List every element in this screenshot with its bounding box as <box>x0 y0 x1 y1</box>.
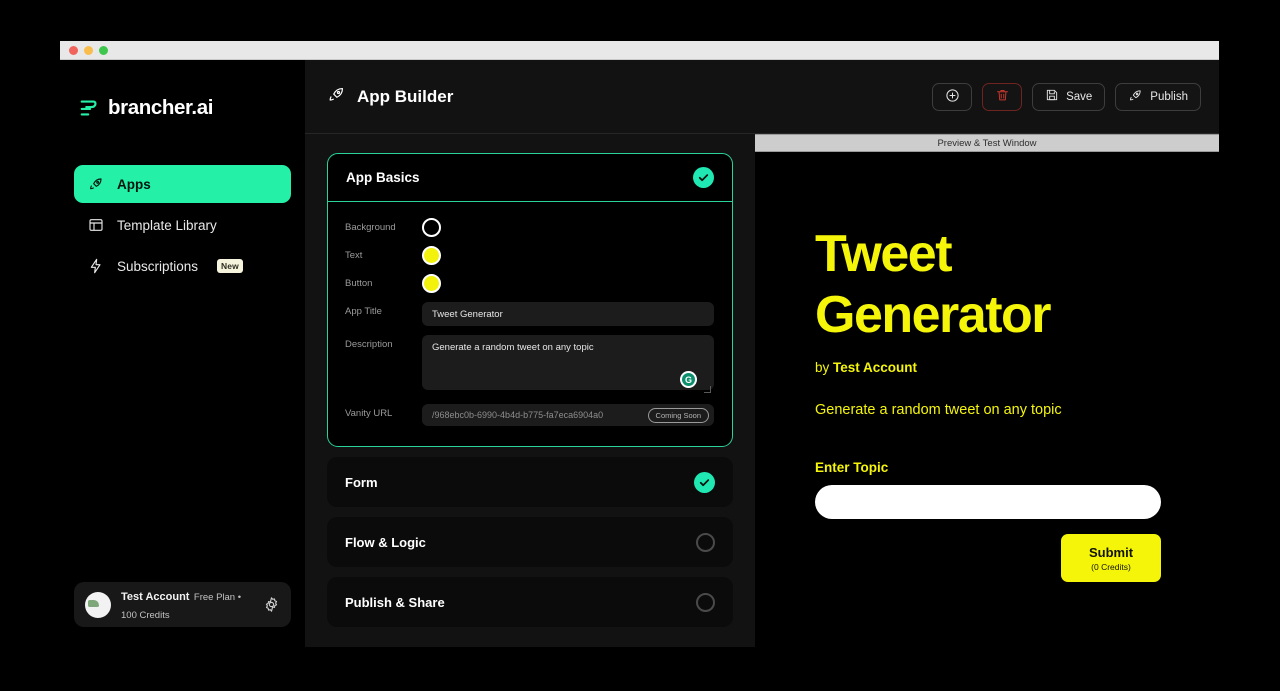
preview-app-title: Tweet Generator <box>815 224 1161 346</box>
avatar <box>85 591 111 618</box>
window-titlebar <box>60 41 1219 60</box>
preview-by-prefix: by <box>815 360 830 375</box>
publish-button[interactable]: Publish <box>1115 82 1201 111</box>
background-color-swatch[interactable] <box>422 218 441 237</box>
field-button-color: Button <box>336 274 714 293</box>
app-basics-header[interactable]: App Basics <box>328 154 732 202</box>
trash-icon <box>995 88 1010 106</box>
section-title: Publish & Share <box>345 594 445 610</box>
user-profile-card[interactable]: Test Account Free Plan • 100 Credits <box>74 582 291 627</box>
app-title-input[interactable] <box>422 302 714 326</box>
builder-content: App Basics Background Text Button App Ti… <box>305 134 755 647</box>
preview-description: Generate a random tweet on any topic <box>815 402 1062 418</box>
field-label: Vanity URL <box>345 408 393 419</box>
brand-name: brancher.ai <box>108 96 213 119</box>
layout-icon <box>88 217 104 233</box>
preview-input-label: Enter Topic <box>815 460 889 475</box>
field-label: Background <box>345 222 396 233</box>
description-textarea[interactable] <box>422 335 714 390</box>
new-badge: New <box>217 259 243 273</box>
sidebar-item-label: Apps <box>117 176 151 192</box>
preview-panel: Save Publish Preview & Test Window Tweet… <box>755 60 1219 647</box>
profile-name: Test Account <box>121 590 190 603</box>
plus-circle-icon <box>945 88 960 106</box>
field-label: Text <box>345 250 363 261</box>
field-background: Background <box>336 218 714 237</box>
field-label: Description <box>345 339 393 350</box>
sidebar-item-label: Subscriptions <box>117 258 199 274</box>
sidebar: brancher.ai Apps Template Library Subscr… <box>60 60 305 647</box>
coming-soon-badge: Coming Soon <box>647 407 709 423</box>
sidebar-item-template-library[interactable]: Template Library <box>74 206 291 244</box>
profile-text: Test Account Free Plan • 100 Credits <box>121 587 253 623</box>
button-color-swatch[interactable] <box>422 274 441 293</box>
sidebar-item-apps[interactable]: Apps <box>74 165 291 203</box>
grammarly-icon[interactable]: G <box>680 371 697 388</box>
field-label: Button <box>345 278 373 289</box>
section-flow-logic[interactable]: Flow & Logic <box>327 517 733 567</box>
publish-button-label: Publish <box>1150 90 1188 103</box>
section-title: Form <box>345 474 378 490</box>
rocket-icon <box>1128 88 1143 106</box>
rocket-icon <box>327 85 346 109</box>
field-description: Description G <box>336 335 714 395</box>
status-badge-incomplete <box>696 592 715 612</box>
app-basics-card: App Basics Background Text Button App Ti… <box>327 153 733 447</box>
field-label: App Title <box>345 306 382 317</box>
section-title: Flow & Logic <box>345 534 426 550</box>
textarea-resize-handle[interactable] <box>704 386 711 393</box>
description-wrapper: G <box>422 335 714 395</box>
sidebar-item-label: Template Library <box>117 217 217 233</box>
preview-toolbar: Save Publish <box>755 60 1219 134</box>
field-app-title: App Title <box>336 302 714 326</box>
app-basics-body: Background Text Button App Title Tweet G… <box>328 202 732 446</box>
gear-icon[interactable] <box>263 596 280 613</box>
floppy-disk-icon <box>1045 88 1059 105</box>
sidebar-nav: Apps Template Library Subscriptions New <box>60 165 305 285</box>
app-basics-title: App Basics <box>346 170 420 185</box>
app-window: brancher.ai Apps Template Library Subscr… <box>60 41 1219 647</box>
rocket-icon <box>88 176 104 192</box>
text-color-swatch[interactable] <box>422 246 441 265</box>
builder-panel: App Builder App Basics Background Text B… <box>305 60 755 647</box>
submit-credits: (0 Credits) <box>1091 561 1131 572</box>
section-form[interactable]: Form <box>327 457 733 507</box>
minimize-window-button[interactable] <box>84 45 93 55</box>
status-badge-complete <box>693 167 714 188</box>
vanity-url-value: /968ebc0b-6990-4b4d-b775-fa7eca6904a0 <box>432 410 604 420</box>
page-title-text: App Builder <box>357 86 454 106</box>
preview-by-author: Test Account <box>833 360 918 375</box>
section-publish-share[interactable]: Publish & Share <box>327 577 733 627</box>
builder-topbar: App Builder <box>305 60 755 134</box>
save-button[interactable]: Save <box>1032 82 1106 111</box>
preview-content: Tweet Generator by Test Account Generate… <box>755 152 1219 647</box>
preview-submit-button[interactable]: Submit (0 Credits) <box>1061 534 1161 582</box>
close-window-button[interactable] <box>69 45 78 55</box>
bolt-icon <box>88 258 104 274</box>
preview-app-title-line2: Generator <box>815 286 1052 344</box>
vanity-url-field[interactable]: /968ebc0b-6990-4b4d-b775-fa7eca6904a0 Co… <box>422 404 714 426</box>
preview-submit-row: Submit (0 Credits) <box>815 534 1161 582</box>
brand-logo[interactable]: brancher.ai <box>60 60 305 120</box>
maximize-window-button[interactable] <box>99 45 108 55</box>
preview-window-label: Preview & Test Window <box>755 134 1219 152</box>
sidebar-item-subscriptions[interactable]: Subscriptions New <box>74 247 291 285</box>
status-badge-incomplete <box>696 532 715 552</box>
brancher-logo-icon <box>80 100 97 116</box>
field-vanity-url: Vanity URL /968ebc0b-6990-4b4d-b775-fa7e… <box>336 404 714 426</box>
field-text-color: Text <box>336 246 714 265</box>
preview-byline: by Test Account <box>815 360 1161 375</box>
add-button[interactable] <box>932 82 973 111</box>
toolbar-buttons: Save Publish <box>932 82 1201 111</box>
preview-app-title-line1: Tweet <box>815 225 953 283</box>
delete-button[interactable] <box>982 82 1023 111</box>
submit-label: Submit <box>1088 544 1134 560</box>
status-badge-complete <box>694 471 715 493</box>
page-title: App Builder <box>327 85 453 109</box>
save-button-label: Save <box>1066 90 1093 103</box>
preview-topic-input[interactable] <box>815 485 1161 519</box>
